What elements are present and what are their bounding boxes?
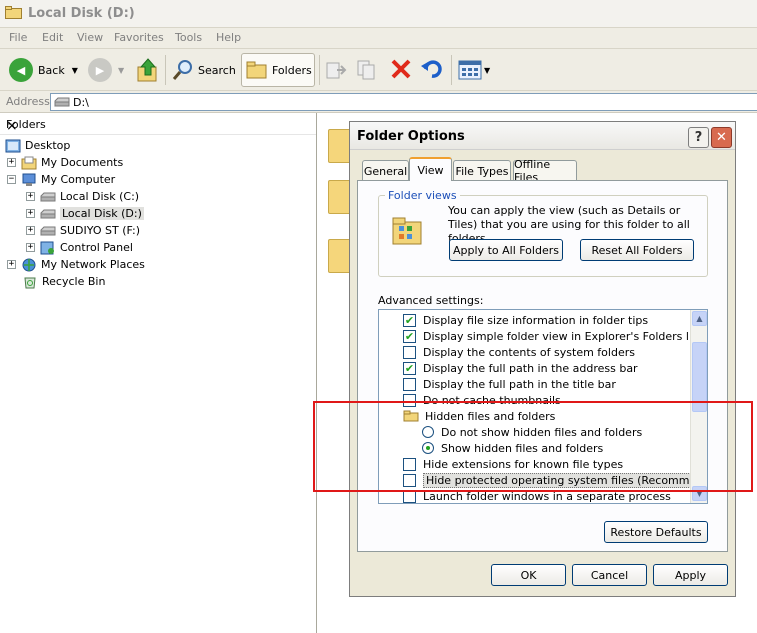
tree-item-my-documents[interactable]: + My Documents [7,154,123,171]
menu-favorites[interactable]: Favorites [114,31,164,44]
up-folder-icon [137,58,157,82]
tree-item-desktop[interactable]: Desktop [5,137,70,154]
tree-item-my-computer[interactable]: − My Computer [7,171,115,188]
folders-button[interactable]: Folders [241,53,315,87]
views-icon [458,60,482,80]
collapse-icon[interactable]: − [7,175,16,184]
checkbox-icon[interactable] [403,345,416,359]
folder-views-legend: Folder views [385,189,460,202]
reset-all-folders-button[interactable]: Reset All Folders [580,239,694,261]
delete-icon [391,59,411,79]
expand-icon[interactable]: + [26,243,35,252]
advanced-settings-label: Advanced settings: [378,294,484,307]
tab-view[interactable]: View [409,157,452,181]
window-title: Local Disk (D:) [28,6,135,21]
tab-general[interactable]: General [362,160,409,181]
apply-to-all-folders-button[interactable]: Apply to All Folders [449,239,563,261]
delete-button[interactable] [389,57,413,81]
move-to-button[interactable] [325,59,347,81]
setting-full-path-title-bar[interactable]: Display the full path in the title bar [403,376,616,392]
dialog-titlebar: Folder Options ? ✕ [350,122,735,150]
address-input[interactable]: D:\ [50,93,757,111]
views-button[interactable]: ▼ [458,59,490,81]
expand-icon[interactable]: + [7,260,16,269]
dropdown-arrow-icon[interactable]: ▼ [118,66,124,75]
back-arrow-icon: ◀ [9,58,33,82]
up-folder-button[interactable] [137,57,159,83]
forward-arrow-icon: ▶ [88,58,112,82]
checkbox-icon[interactable] [403,377,416,391]
cancel-button[interactable]: Cancel [572,564,647,586]
address-bar: Address D:\ [0,91,757,113]
scroll-up-icon[interactable]: ▲ [692,311,707,326]
drive-icon [54,97,70,107]
folder-views-group: Folder views You can apply the view (suc… [378,189,708,277]
menu-bar: File Edit View Favorites Tools Help [0,28,757,49]
copy-to-icon [357,60,375,80]
folders-pane: Folders × Desktop + My Documents − My Co… [0,113,317,633]
drive-icon [40,226,56,236]
undo-button[interactable] [420,57,444,81]
expand-icon[interactable]: + [26,226,35,235]
network-icon [22,258,36,271]
menu-help[interactable]: Help [216,31,241,44]
control-panel-icon [40,241,54,254]
drive-icon [40,209,56,219]
restore-defaults-button[interactable]: Restore Defaults [604,521,708,543]
help-button[interactable]: ? [688,127,709,148]
my-documents-icon [21,156,37,169]
view-tab-panel: Folder views You can apply the view (suc… [357,180,728,552]
expand-icon[interactable]: + [26,209,35,218]
tree-item-local-disk-c[interactable]: + Local Disk (C:) [26,188,139,205]
tree-item-local-disk-d[interactable]: + Local Disk (D:) [26,205,144,222]
ok-button[interactable]: OK [491,564,566,586]
folder-icon [5,6,22,19]
checkbox-checked-icon[interactable]: ✔ [403,313,416,327]
menu-file[interactable]: File [9,31,27,44]
toolbar: ◀ Back ▼ ▶ ▼ Search Folders ▼ [0,49,757,91]
setting-full-path-address-bar[interactable]: ✔ Display the full path in the address b… [403,360,638,376]
menu-view[interactable]: View [77,31,103,44]
address-value: D:\ [73,96,89,109]
tree-item-my-network-places[interactable]: + My Network Places [7,256,145,273]
folders-pane-header: Folders × [0,113,316,135]
tree-item-sudiyo-st-f[interactable]: + SUDIYO ST (F:) [26,222,140,239]
dialog-title: Folder Options [357,129,465,144]
setting-system-folder-contents[interactable]: Display the contents of system folders [403,344,635,360]
menu-edit[interactable]: Edit [42,31,63,44]
setting-simple-folder-view[interactable]: ✔ Display simple folder view in Explorer… [403,328,702,344]
apply-button[interactable]: Apply [653,564,728,586]
close-pane-icon[interactable]: × [6,118,18,134]
forward-button[interactable]: ▶ ▼ [88,58,124,82]
checkbox-checked-icon[interactable]: ✔ [403,361,416,375]
close-button[interactable]: ✕ [711,127,732,148]
computer-icon [22,173,36,186]
menu-tools[interactable]: Tools [175,31,202,44]
move-to-icon [326,62,347,79]
drive-icon [40,192,56,202]
folder-icon [246,61,267,79]
copy-to-button[interactable] [356,59,380,81]
undo-icon [421,60,442,78]
tree-item-recycle-bin[interactable]: Recycle Bin [22,273,105,290]
search-button[interactable]: Search [172,59,236,81]
back-button[interactable]: ◀ Back ▼ [9,58,78,82]
address-label: Address [6,95,50,108]
expand-icon[interactable]: + [26,192,35,201]
search-icon [172,60,192,80]
desktop-icon [5,139,21,152]
setting-display-file-size[interactable]: ✔ Display file size information in folde… [403,312,648,328]
dropdown-arrow-icon[interactable]: ▼ [72,66,78,75]
folder-options-dialog: Folder Options ? ✕ General View File Typ… [349,121,736,597]
highlight-annotation-box [313,401,753,492]
dropdown-arrow-icon[interactable]: ▼ [484,66,490,75]
tab-offline-files[interactable]: Offline Files [513,158,577,184]
recycle-bin-icon [24,277,36,288]
checkbox-checked-icon[interactable]: ✔ [403,329,416,343]
expand-icon[interactable]: + [7,158,16,167]
window-titlebar: Local Disk (D:) [0,0,757,28]
tree-item-control-panel[interactable]: + Control Panel [26,239,133,256]
tab-file-types[interactable]: File Types [453,160,511,181]
folder-views-icon [392,217,422,245]
